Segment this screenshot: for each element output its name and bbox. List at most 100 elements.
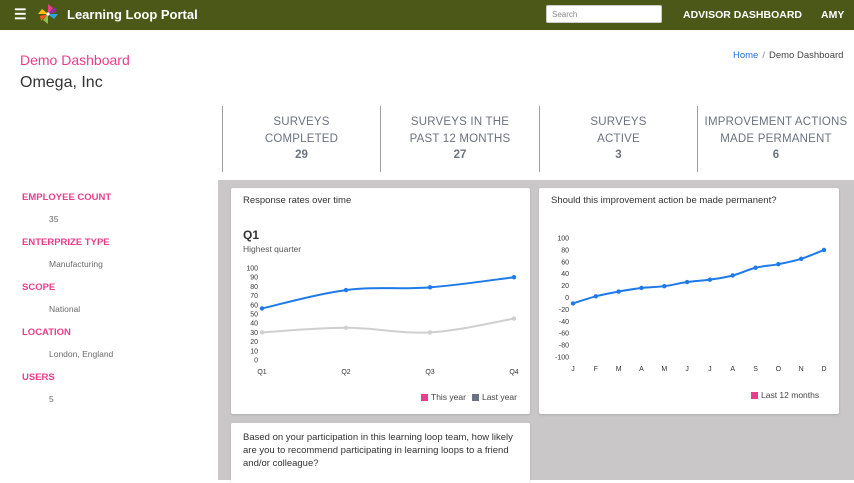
y-tick-label: 10	[250, 348, 258, 355]
x-tick-label: J	[571, 366, 575, 373]
y-tick-label: -20	[559, 307, 569, 314]
stat-value: 27	[453, 149, 467, 161]
recommend-card: Based on your participation in this lear…	[231, 423, 530, 483]
x-tick-label: Q3	[425, 369, 434, 376]
permanent-action-chart: -100 -80 -60 -40 -20 0 20 40 60 80 100 J F M A M J J A S O N D	[555, 236, 827, 374]
highest-quarter-value: Q1	[243, 228, 260, 242]
advisor-dashboard-link[interactable]: ADVISOR DASHBOARD	[683, 9, 802, 21]
y-tick-label: 0	[254, 358, 258, 365]
data-point	[427, 285, 433, 290]
y-tick-label: -40	[559, 319, 569, 326]
y-tick-label: 20	[250, 339, 258, 346]
x-tick-label: A	[639, 366, 644, 373]
x-tick-label: Q4	[509, 369, 518, 376]
data-point	[570, 301, 576, 306]
app-title[interactable]: Learning Loop Portal	[67, 7, 198, 22]
data-point	[639, 285, 644, 291]
y-tick-label: 40	[250, 321, 258, 328]
response-rates-chart: 0 10 20 30 40 50 60 70 80 90 100 Q1 Q2 Q3 Q4	[246, 266, 518, 377]
legend-last-year[interactable]: Last year	[482, 392, 517, 402]
scope-value: National	[49, 304, 81, 314]
data-point	[593, 294, 599, 299]
pinwheel-logo-icon[interactable]	[36, 2, 60, 26]
y-tick-label: 60	[561, 259, 569, 266]
y-tick-label: 40	[561, 271, 569, 278]
location-value: London, England	[49, 349, 114, 359]
y-tick-label: 90	[250, 275, 258, 282]
y-tick-label: 60	[250, 302, 258, 309]
breadcrumb-home-link[interactable]: Home	[733, 50, 758, 61]
stat-label: IMPROVEMENT ACTIONS MADE PERMANENT	[704, 116, 848, 145]
data-point	[821, 247, 827, 253]
legend-this-year[interactable]: This year	[431, 392, 466, 402]
location-label: LOCATION	[22, 327, 71, 338]
hamburger-icon[interactable]: ☰	[14, 7, 27, 21]
y-tick-label: 30	[250, 330, 258, 337]
stat-improvement-actions-permanent: IMPROVEMENT ACTIONS MADE PERMANENT 6	[697, 106, 854, 172]
data-point	[730, 273, 735, 278]
stat-surveys-completed: SURVEYS COMPLETED 29	[222, 106, 380, 172]
data-point	[343, 325, 349, 330]
scope-label: SCOPE	[22, 282, 56, 293]
legend-swatch-last-year	[471, 393, 479, 401]
series-line	[261, 317, 515, 334]
x-tick-label: S	[753, 366, 758, 373]
stat-label: SURVEYS ACTIVE	[590, 116, 647, 145]
stat-label: SURVEYS IN THE PAST 12 MONTHS	[409, 116, 511, 145]
stat-value: 3	[615, 149, 622, 161]
y-tick-label: 100	[557, 236, 569, 243]
card-title: Response rates over time	[243, 195, 352, 206]
stat-value: 6	[772, 149, 780, 161]
enterprize-type-value: Manufacturing	[49, 259, 103, 269]
page-title: Omega, Inc	[20, 74, 103, 91]
x-tick-label: Q1	[257, 369, 266, 376]
y-tick-label: 80	[561, 247, 569, 254]
data-point	[776, 261, 781, 267]
y-tick-label: 0	[565, 295, 569, 302]
data-point	[259, 330, 265, 335]
user-menu[interactable]: AMY	[821, 9, 844, 21]
chart-legend: This year Last year	[421, 392, 517, 402]
top-navbar: ☰ Learning Loop Portal ADVISOR DASHBOARD…	[0, 0, 854, 30]
x-tick-label: J	[685, 366, 689, 373]
legend-swatch-last-12-months	[751, 391, 758, 399]
breadcrumb-separator: /	[762, 50, 765, 61]
x-tick-label: M	[661, 366, 667, 373]
y-tick-label: 80	[250, 284, 258, 291]
page-subtitle: Demo Dashboard	[20, 52, 130, 68]
employee-count-value: 35	[49, 214, 59, 224]
data-point	[707, 277, 713, 282]
data-point	[427, 330, 433, 335]
data-point	[259, 306, 265, 311]
y-tick-label: -60	[559, 331, 569, 338]
chart-legend: Last 12 months	[751, 390, 819, 400]
data-point	[616, 289, 621, 294]
series-line	[261, 276, 515, 310]
x-tick-label: N	[799, 366, 804, 373]
x-tick-label: Q2	[341, 369, 350, 376]
data-point	[684, 279, 690, 285]
y-tick-label: -80	[559, 343, 569, 350]
permanent-action-card: Should this improvement action be made p…	[539, 188, 839, 414]
data-point	[511, 316, 517, 321]
y-tick-label: 50	[250, 312, 258, 319]
y-tick-label: 70	[250, 293, 258, 300]
card-title: Should this improvement action be made p…	[551, 195, 777, 206]
search-input[interactable]	[546, 5, 662, 23]
x-tick-label: D	[821, 366, 826, 373]
x-tick-label: O	[776, 366, 782, 373]
stat-surveys-active: SURVEYS ACTIVE 3	[539, 106, 697, 172]
x-tick-label: F	[594, 366, 598, 373]
stat-label: SURVEYS COMPLETED	[264, 116, 339, 145]
highest-quarter-label: Highest quarter	[243, 244, 302, 254]
series-line	[572, 248, 825, 305]
y-tick-label: 20	[561, 283, 569, 290]
legend-last-12-months[interactable]: Last 12 months	[761, 390, 819, 400]
breadcrumb: Home / Demo Dashboard	[733, 50, 843, 61]
x-tick-label: A	[730, 366, 735, 373]
stat-surveys-past-12-months: SURVEYS IN THE PAST 12 MONTHS 27	[380, 106, 539, 172]
users-label: USERS	[22, 372, 55, 383]
data-point	[798, 256, 804, 262]
y-tick-label: -100	[555, 355, 569, 362]
users-value: 5	[49, 394, 54, 404]
